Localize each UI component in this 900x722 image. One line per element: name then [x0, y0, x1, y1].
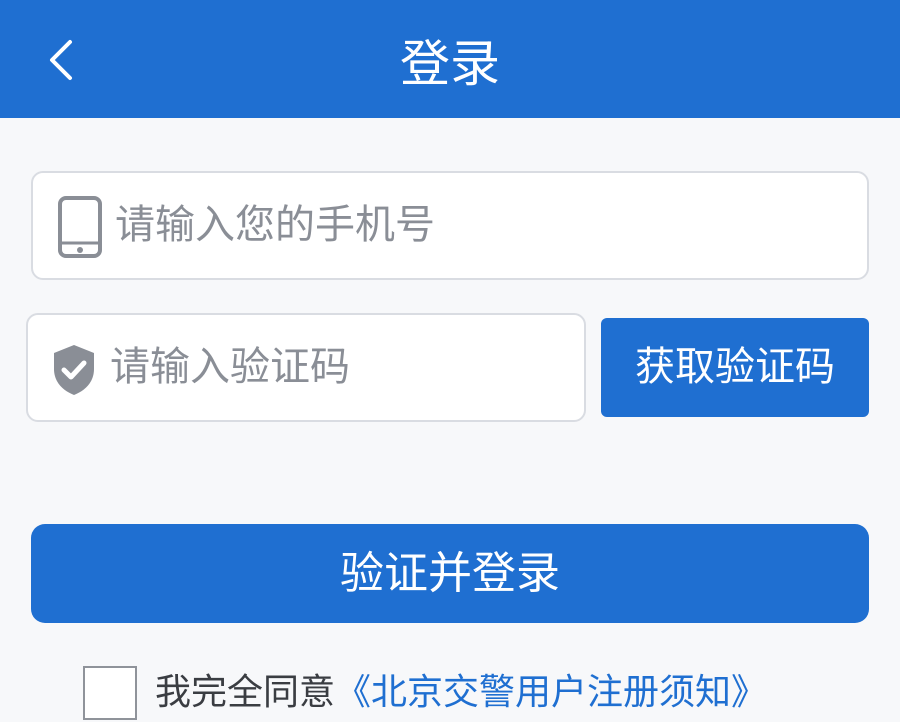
- phone-input[interactable]: 请输入您的手机号: [31, 171, 869, 280]
- verify-login-button[interactable]: 验证并登录: [31, 524, 869, 623]
- page-title: 登录: [400, 35, 500, 93]
- agreement-prefix: 我完全同意: [155, 672, 336, 713]
- top-bar: 登录: [0, 0, 900, 118]
- verification-code-input[interactable]: 请输入验证码: [26, 313, 586, 422]
- terms-link[interactable]: 《北京交警用户注册须知》: [335, 672, 767, 713]
- phone-icon: [58, 196, 102, 258]
- agreement-text: 我完全同意《北京交警用户注册须知》: [155, 666, 767, 720]
- code-placeholder: 请输入验证码: [110, 344, 350, 390]
- phone-placeholder: 请输入您的手机号: [115, 202, 435, 248]
- agreement-checkbox[interactable]: [83, 666, 137, 720]
- agreement-row: 我完全同意《北京交警用户注册须知》: [83, 664, 900, 722]
- get-code-button[interactable]: 获取验证码: [601, 318, 869, 417]
- shield-check-icon: [54, 345, 94, 395]
